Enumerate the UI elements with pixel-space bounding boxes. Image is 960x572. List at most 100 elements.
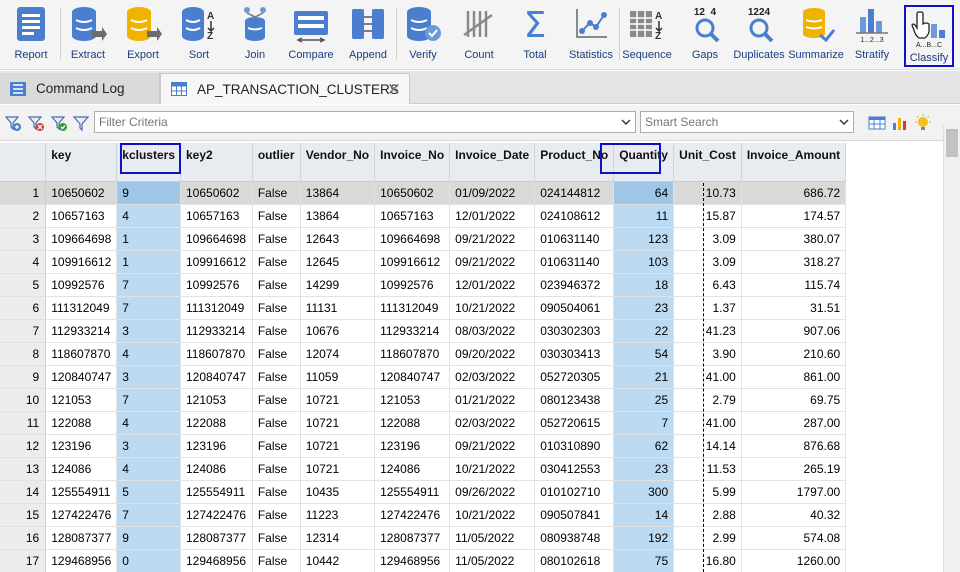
table-cell[interactable]: 22 xyxy=(613,319,675,343)
table-cell[interactable]: 128087377 xyxy=(45,526,118,550)
table-cell[interactable]: 10721 xyxy=(300,434,376,458)
table-cell[interactable]: 109664698 xyxy=(180,227,253,251)
classify-button[interactable]: A...B...C Classify xyxy=(904,5,954,67)
table-cell[interactable]: 123196 xyxy=(180,434,253,458)
table-cell[interactable]: 64 xyxy=(613,181,675,205)
table-cell[interactable]: 686.72 xyxy=(741,181,847,205)
table-cell[interactable]: 123 xyxy=(613,227,675,251)
column-header-kclusters[interactable]: kclusters xyxy=(116,143,181,182)
report-button[interactable]: Report xyxy=(10,2,52,68)
table-cell[interactable]: 12643 xyxy=(300,227,376,251)
table-cell[interactable]: 9 xyxy=(116,181,181,205)
table-cell[interactable]: 12/01/2022 xyxy=(449,273,536,297)
duplicates-button[interactable]: 1224 Duplicates xyxy=(733,2,784,68)
row-number[interactable]: 6 xyxy=(0,296,47,320)
table-cell[interactable]: 7 xyxy=(613,411,675,435)
table-cell[interactable]: 13864 xyxy=(300,204,376,228)
table-cell[interactable]: 41.23 xyxy=(673,319,742,343)
table-cell[interactable]: 010102710 xyxy=(534,480,615,504)
table-cell[interactable]: 109916612 xyxy=(374,250,451,274)
table-cell[interactable]: 11.53 xyxy=(673,457,742,481)
table-cell[interactable]: 3 xyxy=(116,365,181,389)
table-row[interactable]: 14 125554911 5 125554911 False 10435 125554911… xyxy=(0,480,943,504)
table-cell[interactable]: 1 xyxy=(116,250,181,274)
table-cell[interactable]: 118607870 xyxy=(180,342,253,366)
column-header-quantity[interactable]: Quantity xyxy=(613,143,675,182)
table-cell[interactable]: 120840747 xyxy=(45,365,118,389)
table-cell[interactable]: 122088 xyxy=(180,411,253,435)
table-cell[interactable]: 128087377 xyxy=(374,526,451,550)
compare-button[interactable]: Compare xyxy=(288,2,334,68)
table-cell[interactable]: 124086 xyxy=(45,457,118,481)
table-cell[interactable]: 4 xyxy=(116,342,181,366)
table-cell[interactable]: 109916612 xyxy=(180,250,253,274)
table-cell[interactable]: 080938748 xyxy=(534,526,615,550)
table-cell[interactable]: 11 xyxy=(613,204,675,228)
table-cell[interactable]: 16.80 xyxy=(673,549,742,572)
table-cell[interactable]: 121053 xyxy=(374,388,451,412)
table-cell[interactable]: 12/01/2022 xyxy=(449,204,536,228)
filter-check-icon[interactable] xyxy=(50,114,68,132)
chevron-down-icon[interactable] xyxy=(838,116,850,128)
table-row[interactable]: 12 123196 3 123196 False 10721 123196 09/21/202… xyxy=(0,434,943,458)
table-row[interactable]: 11 122088 4 122088 False 10721 122088 02/03/202… xyxy=(0,411,943,435)
row-number[interactable]: 7 xyxy=(0,319,47,343)
table-cell[interactable]: 024144812 xyxy=(534,181,615,205)
table-cell[interactable]: False xyxy=(252,250,301,274)
row-number[interactable]: 15 xyxy=(0,503,47,527)
table-cell[interactable]: 111312049 xyxy=(180,296,253,320)
table-cell[interactable]: 10650602 xyxy=(180,181,253,205)
table-cell[interactable]: 40.32 xyxy=(741,503,847,527)
table-cell[interactable]: 265.19 xyxy=(741,457,847,481)
table-cell[interactable]: 10992576 xyxy=(180,273,253,297)
table-cell[interactable]: 10442 xyxy=(300,549,376,572)
table-cell[interactable]: 08/03/2022 xyxy=(449,319,536,343)
table-cell[interactable]: 1797.00 xyxy=(741,480,847,504)
table-cell[interactable]: 121053 xyxy=(180,388,253,412)
table-cell[interactable]: 14.14 xyxy=(673,434,742,458)
table-cell[interactable]: 4 xyxy=(116,411,181,435)
table-cell[interactable]: 300 xyxy=(613,480,675,504)
table-cell[interactable]: 01/09/2022 xyxy=(449,181,536,205)
table-cell[interactable]: 111312049 xyxy=(45,296,118,320)
table-cell[interactable]: 7 xyxy=(116,388,181,412)
table-cell[interactable]: 1 xyxy=(116,227,181,251)
table-cell[interactable]: 3 xyxy=(116,434,181,458)
table-cell[interactable]: 11131 xyxy=(300,296,376,320)
sort-button[interactable]: AZ Sort xyxy=(178,2,220,68)
table-row[interactable]: 5 10992576 7 10992576 False 14299 10992576 12/0… xyxy=(0,273,943,297)
table-cell[interactable]: 010310890 xyxy=(534,434,615,458)
table-cell[interactable]: 3.09 xyxy=(673,227,742,251)
column-header-outlier[interactable]: outlier xyxy=(252,143,301,182)
table-cell[interactable]: 127422476 xyxy=(374,503,451,527)
table-cell[interactable]: 11223 xyxy=(300,503,376,527)
total-button[interactable]: Σ Total xyxy=(514,2,556,68)
chevron-down-icon[interactable] xyxy=(620,116,632,128)
table-cell[interactable]: 129468956 xyxy=(180,549,253,572)
table-cell[interactable]: 120840747 xyxy=(180,365,253,389)
table-cell[interactable]: 7 xyxy=(116,273,181,297)
table-cell[interactable]: 10657163 xyxy=(374,204,451,228)
table-cell[interactable]: 21 xyxy=(613,365,675,389)
table-cell[interactable]: 080102618 xyxy=(534,549,615,572)
tab-ap-transaction-clusters[interactable]: AP_TRANSACTION_CLUSTERS ✕ xyxy=(160,73,410,104)
table-cell[interactable]: 1.37 xyxy=(673,296,742,320)
table-cell[interactable]: 10.73 xyxy=(673,181,742,205)
extract-button[interactable]: Extract xyxy=(66,2,110,68)
table-cell[interactable]: 090504061 xyxy=(534,296,615,320)
filter-icon[interactable] xyxy=(72,114,90,132)
column-header-unit-cost[interactable]: Unit_Cost xyxy=(673,143,742,182)
table-cell[interactable]: 62 xyxy=(613,434,675,458)
column-header-vendor-no[interactable]: Vendor_No xyxy=(300,143,376,182)
table-cell[interactable]: 2.79 xyxy=(673,388,742,412)
table-cell[interactable]: 5 xyxy=(116,480,181,504)
verify-button[interactable]: Verify xyxy=(402,2,444,68)
table-cell[interactable]: 14 xyxy=(613,503,675,527)
summarize-button[interactable]: Summarize xyxy=(788,2,844,68)
sequence-button[interactable]: AZ Sequence xyxy=(622,2,672,68)
table-cell[interactable]: 129468956 xyxy=(374,549,451,572)
lightbulb-icon[interactable] xyxy=(914,114,932,132)
table-cell[interactable]: False xyxy=(252,434,301,458)
table-row[interactable]: 1 10650602 9 10650602 False 13864 10650602 01/0… xyxy=(0,181,943,205)
table-cell[interactable]: 052720305 xyxy=(534,365,615,389)
